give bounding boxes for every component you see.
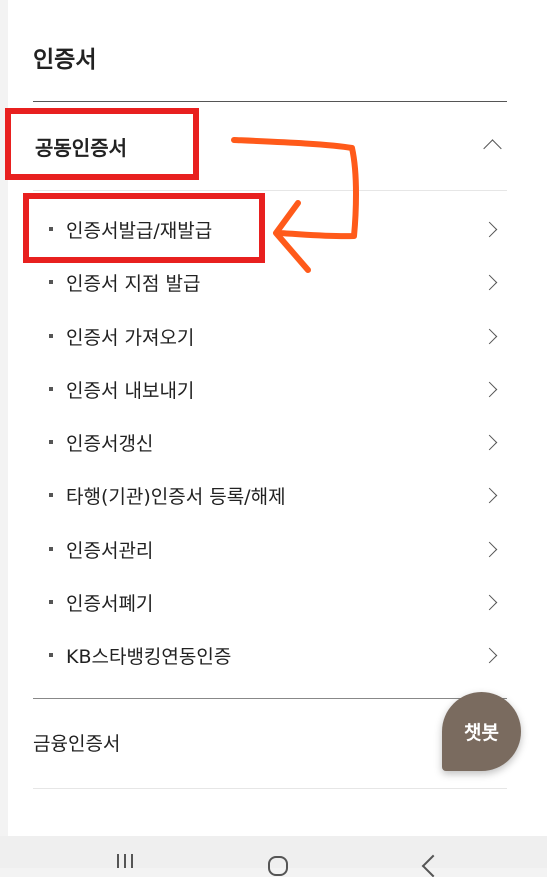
- chatbot-button[interactable]: 챗봇: [442, 692, 521, 771]
- menu-item-label: 인증서 내보내기: [66, 379, 195, 402]
- menu-item-label: KB스타뱅킹연동인증: [66, 646, 232, 669]
- recent-apps-icon[interactable]: [115, 854, 137, 868]
- menu-item-manage[interactable]: 인증서관리: [33, 524, 507, 577]
- bullet-icon: [49, 280, 53, 285]
- back-icon[interactable]: [421, 854, 445, 877]
- chatbot-label: 챗봇: [464, 722, 499, 744]
- chevron-right-icon: [481, 381, 498, 398]
- bullet-icon: [49, 653, 53, 658]
- annotation-highlight-box: [23, 193, 265, 263]
- menu-item-label: 인증서갱신: [66, 433, 154, 456]
- home-icon[interactable]: [268, 856, 288, 876]
- menu-item-branch-issue[interactable]: 인증서 지점 발급: [33, 257, 507, 310]
- chevron-up-icon: [483, 139, 502, 158]
- chevron-right-icon: [481, 594, 498, 611]
- chevron-right-icon: [481, 275, 498, 291]
- menu-item-label: 인증서관리: [66, 539, 154, 562]
- system-nav-bar: [0, 836, 547, 877]
- chevron-right-icon: [481, 328, 498, 344]
- certificate-menu: 인증서발급/재발급 인증서 지점 발급 인증서 가져오기 인증서 내보내기 인증…: [33, 204, 507, 684]
- menu-item-kb-starbanking-link[interactable]: KB스타뱅킹연동인증: [33, 630, 507, 683]
- menu-item-revoke[interactable]: 인증서폐기: [33, 577, 507, 630]
- chevron-right-icon: [481, 434, 498, 451]
- menu-item-renew[interactable]: 인증서갱신: [33, 417, 507, 470]
- menu-item-import[interactable]: 인증서 가져오기: [33, 311, 507, 364]
- menu-item-export[interactable]: 인증서 내보내기: [33, 364, 507, 417]
- bullet-icon: [49, 440, 53, 445]
- accordion-header-finance-certificate[interactable]: 금융인증서: [33, 729, 120, 756]
- divider: [33, 190, 507, 191]
- divider: [33, 788, 507, 789]
- bullet-icon: [49, 493, 53, 498]
- chevron-right-icon: [481, 221, 498, 238]
- section-title: 인증서: [33, 47, 97, 73]
- bullet-icon: [49, 600, 53, 605]
- menu-item-label: 타행(기관)인증서 등록/해제: [66, 486, 286, 509]
- menu-item-label: 인증서폐기: [66, 593, 154, 616]
- bullet-icon: [49, 546, 53, 551]
- bullet-icon: [49, 333, 53, 338]
- annotation-highlight-box: [5, 108, 199, 180]
- menu-item-other-bank-register[interactable]: 타행(기관)인증서 등록/해제: [33, 470, 507, 523]
- menu-item-label: 인증서 지점 발급: [66, 273, 201, 296]
- divider: [33, 698, 507, 699]
- menu-item-label: 인증서 가져오기: [66, 326, 195, 349]
- chevron-right-icon: [481, 488, 498, 504]
- chevron-right-icon: [481, 541, 498, 558]
- chevron-right-icon: [481, 648, 498, 664]
- bullet-icon: [49, 386, 53, 391]
